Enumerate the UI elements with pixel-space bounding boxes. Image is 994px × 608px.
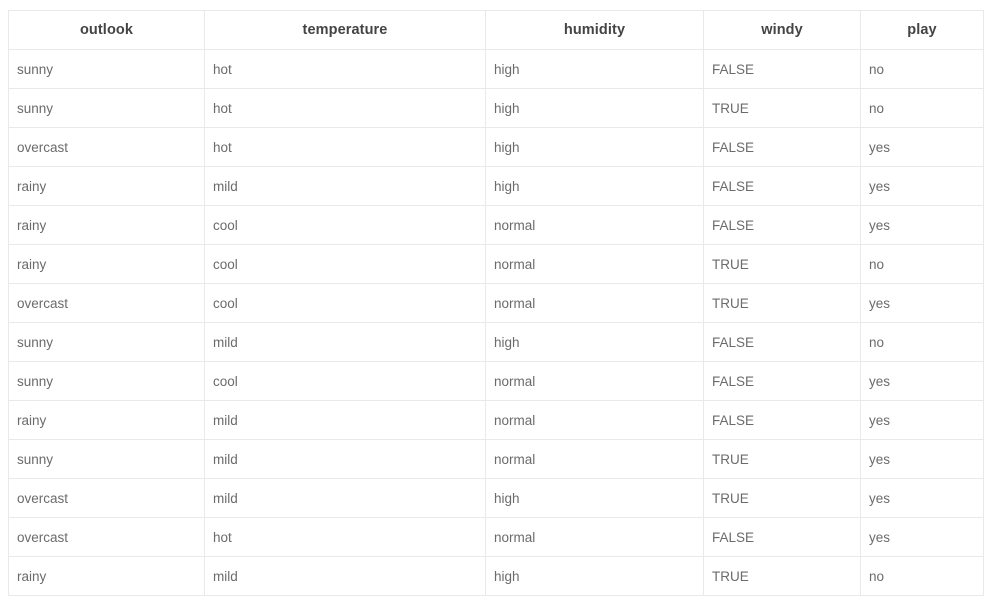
cell-outlook: overcast (8, 127, 205, 167)
column-header-windy[interactable]: windy (703, 10, 861, 50)
cell-temperature: cool (204, 205, 486, 245)
table-body: sunny hot high FALSE no sunny hot high TRUE no ove… (8, 49, 984, 596)
cell-humidity: normal (485, 205, 704, 245)
cell-windy: FALSE (703, 127, 861, 167)
cell-outlook: overcast (8, 517, 205, 557)
cell-humidity: high (485, 322, 704, 362)
table-row: sunny hot high TRUE no (8, 88, 984, 128)
table-row: overcast cool normal TRUE yes (8, 283, 984, 323)
cell-play: yes (860, 478, 984, 518)
cell-windy: FALSE (703, 400, 861, 440)
cell-temperature: mild (204, 322, 486, 362)
cell-play: yes (860, 166, 984, 206)
table-row: sunny mild high FALSE no (8, 322, 984, 362)
cell-outlook: rainy (8, 205, 205, 245)
column-header-temperature[interactable]: temperature (204, 10, 486, 50)
cell-windy: FALSE (703, 322, 861, 362)
table-row: sunny hot high FALSE no (8, 49, 984, 89)
table-row: sunny cool normal FALSE yes (8, 361, 984, 401)
cell-outlook: rainy (8, 244, 205, 284)
table-row: sunny mild normal TRUE yes (8, 439, 984, 479)
cell-temperature: hot (204, 127, 486, 167)
cell-outlook: sunny (8, 88, 205, 128)
column-header-outlook[interactable]: outlook (8, 10, 205, 50)
cell-humidity: high (485, 166, 704, 206)
cell-windy: TRUE (703, 244, 861, 284)
cell-play: no (860, 322, 984, 362)
cell-play: yes (860, 361, 984, 401)
column-header-humidity[interactable]: humidity (485, 10, 704, 50)
table-header: outlook temperature humidity windy play (8, 10, 984, 50)
table-header-row: outlook temperature humidity windy play (8, 10, 984, 50)
cell-temperature: hot (204, 517, 486, 557)
cell-play: yes (860, 400, 984, 440)
cell-play: no (860, 244, 984, 284)
table-row: rainy cool normal FALSE yes (8, 205, 984, 245)
cell-temperature: cool (204, 361, 486, 401)
cell-temperature: mild (204, 478, 486, 518)
cell-humidity: high (485, 478, 704, 518)
cell-humidity: normal (485, 283, 704, 323)
cell-windy: FALSE (703, 517, 861, 557)
page-container: outlook temperature humidity windy play sunn… (0, 0, 994, 608)
cell-temperature: hot (204, 49, 486, 89)
cell-play: no (860, 556, 984, 596)
cell-humidity: normal (485, 244, 704, 284)
cell-humidity: normal (485, 361, 704, 401)
cell-humidity: high (485, 127, 704, 167)
cell-temperature: hot (204, 88, 486, 128)
cell-windy: TRUE (703, 478, 861, 518)
cell-outlook: rainy (8, 166, 205, 206)
weather-data-table: outlook temperature humidity windy play sunn… (8, 10, 984, 596)
cell-humidity: high (485, 88, 704, 128)
column-header-play[interactable]: play (860, 10, 984, 50)
cell-outlook: overcast (8, 478, 205, 518)
table-row: rainy mild high FALSE yes (8, 166, 984, 206)
table-row: overcast mild high TRUE yes (8, 478, 984, 518)
cell-outlook: overcast (8, 283, 205, 323)
cell-play: no (860, 49, 984, 89)
cell-temperature: cool (204, 283, 486, 323)
table-row: overcast hot normal FALSE yes (8, 517, 984, 557)
cell-outlook: rainy (8, 556, 205, 596)
cell-windy: FALSE (703, 49, 861, 89)
cell-play: no (860, 88, 984, 128)
cell-humidity: normal (485, 400, 704, 440)
table-row: rainy mild high TRUE no (8, 556, 984, 596)
cell-outlook: sunny (8, 361, 205, 401)
cell-outlook: sunny (8, 322, 205, 362)
cell-windy: TRUE (703, 439, 861, 479)
cell-play: yes (860, 439, 984, 479)
cell-outlook: sunny (8, 49, 205, 89)
cell-outlook: sunny (8, 439, 205, 479)
cell-windy: TRUE (703, 283, 861, 323)
cell-humidity: normal (485, 439, 704, 479)
cell-windy: TRUE (703, 556, 861, 596)
cell-humidity: high (485, 49, 704, 89)
cell-temperature: cool (204, 244, 486, 284)
cell-play: yes (860, 517, 984, 557)
cell-temperature: mild (204, 439, 486, 479)
cell-humidity: high (485, 556, 704, 596)
cell-windy: FALSE (703, 361, 861, 401)
cell-windy: TRUE (703, 88, 861, 128)
table-row: rainy cool normal TRUE no (8, 244, 984, 284)
cell-windy: FALSE (703, 205, 861, 245)
cell-humidity: normal (485, 517, 704, 557)
cell-temperature: mild (204, 556, 486, 596)
table-row: overcast hot high FALSE yes (8, 127, 984, 167)
cell-windy: FALSE (703, 166, 861, 206)
cell-temperature: mild (204, 400, 486, 440)
cell-play: yes (860, 283, 984, 323)
cell-play: yes (860, 205, 984, 245)
cell-temperature: mild (204, 166, 486, 206)
cell-outlook: rainy (8, 400, 205, 440)
table-row: rainy mild normal FALSE yes (8, 400, 984, 440)
cell-play: yes (860, 127, 984, 167)
